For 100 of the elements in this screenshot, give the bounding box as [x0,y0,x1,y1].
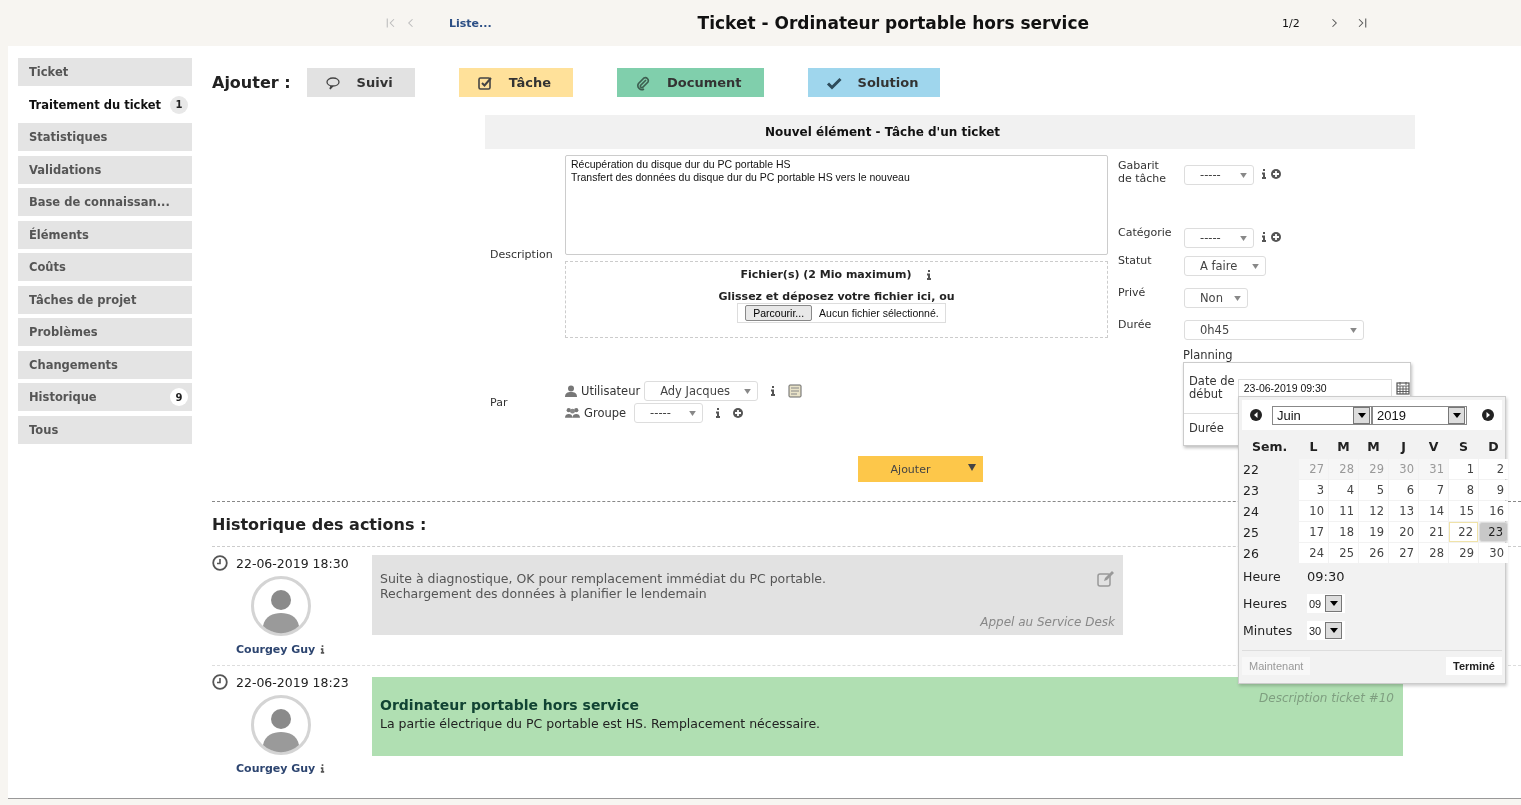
calendar-day[interactable]: 21 [1419,522,1448,542]
calendar-day[interactable]: 8 [1449,480,1478,500]
calendar-day[interactable]: 25 [1329,543,1358,563]
group-select[interactable]: ----- [634,403,704,423]
sidebar-label: Statistiques [29,130,108,144]
file-picker[interactable]: Parcourir... Aucun fichier sélectionné. [737,303,946,323]
add-item-button[interactable]: Solution [807,68,941,97]
add-button[interactable]: Ajouter [858,456,983,482]
dropdown-button[interactable] [1353,406,1370,424]
calendar-day[interactable]: 17 [1299,522,1328,542]
list-link[interactable]: Liste... [449,16,492,30]
dropdown-button[interactable] [1448,406,1465,424]
calendar-day[interactable]: 9 [1479,480,1508,500]
calendar-day[interactable]: 18 [1329,522,1358,542]
field-label: Planning [1183,348,1234,362]
sidebar-item[interactable]: Problèmes [18,318,192,346]
calendar-day[interactable]: 6 [1389,480,1418,500]
time-label: Minutes [1242,623,1294,638]
info-icon[interactable] [1261,232,1267,242]
select-field[interactable]: A faire [1184,256,1266,276]
file-status: Aucun fichier sélectionné. [819,307,939,319]
calendar-day[interactable]: 14 [1419,501,1448,521]
add-icon[interactable] [1271,169,1281,179]
month-select[interactable]: Juin [1272,405,1372,425]
field-label: Gabarit de tâche [1118,159,1168,185]
select-field[interactable]: Non [1184,288,1248,308]
file-dropzone[interactable]: Fichier(s) (2 Mio maximum) Glissez et déposez votre fichier ici, ou Parcourir... Aucun fichier sélectionné. [565,261,1108,338]
select-field[interactable]: ----- [1184,165,1254,185]
info-icon[interactable] [926,269,933,280]
calendar-day[interactable]: 5 [1359,480,1388,500]
calendar-day[interactable]: 24 [1299,543,1328,563]
add-item-button[interactable]: Tâche [458,68,573,97]
hour-select[interactable]: 09 [1307,594,1346,613]
minute-select[interactable]: 30 [1307,621,1346,640]
description-text: La partie électrique du PC portable est HS. Remplacement nécessaire. [380,716,821,731]
sidebar-item[interactable]: Statistiques [18,123,192,151]
info-icon[interactable] [1261,169,1267,179]
user-icon [565,385,577,397]
calendar-day[interactable]: 22 [1449,522,1478,542]
select-field[interactable]: ----- [1184,228,1254,248]
calendar-day[interactable]: 20 [1389,522,1418,542]
field-label: Privé [1118,286,1147,299]
calendar-day[interactable]: 13 [1389,501,1418,521]
done-button[interactable]: Terminé [1446,657,1502,675]
calendar-day[interactable]: 27 [1389,543,1418,563]
author-link[interactable]: Courgey Guy [236,762,316,775]
calendar-day[interactable]: 12 [1359,501,1388,521]
weekday-header: S [1458,437,1469,456]
calendar-day[interactable]: 2 [1479,459,1508,479]
calendar-day[interactable]: 10 [1299,501,1328,521]
calendar-day[interactable]: 4 [1329,480,1358,500]
calendar-day[interactable]: 29 [1449,543,1478,563]
calendar-day[interactable]: 16 [1479,501,1508,521]
calendar-day[interactable]: 28 [1419,543,1448,563]
sidebar-item[interactable]: Éléments [18,220,192,249]
sidebar-item[interactable]: Ticket [18,58,192,86]
add-icon[interactable] [1271,232,1281,242]
author-link[interactable]: Courgey Guy [236,643,316,656]
clock-icon [212,674,228,690]
calendar-icon[interactable] [1396,381,1410,395]
week-number: 23 [1242,481,1260,500]
sidebar-item[interactable]: Tous [18,415,192,444]
sidebar-item[interactable]: Historique 9 [18,383,192,411]
user-select[interactable]: Ady Jacques [644,381,759,401]
sidebar-item[interactable]: Base de connaissan... [18,188,192,216]
add-icon[interactable] [733,408,744,418]
dropdown-button[interactable] [1325,595,1343,612]
sidebar-label: Tous [29,422,59,437]
add-item-button[interactable]: Suivi [306,68,415,97]
description-field[interactable]: Récupération du disque dur du PC portable HS Transfert des données du disque dur du PC portable HS vers le nouveau [565,155,1108,255]
calendar-day[interactable]: 26 [1359,543,1388,563]
caret-icon [1234,295,1241,301]
sidebar-item[interactable]: Changements [18,350,192,379]
next-month-icon[interactable] [1482,409,1494,421]
info-icon[interactable] [715,408,722,418]
info-icon[interactable] [320,764,326,773]
calendar-day[interactable]: 30 [1479,543,1508,563]
sidebar-item[interactable]: Validations [18,155,192,184]
info-icon[interactable] [770,386,777,396]
calendar-day[interactable]: 15 [1449,501,1478,521]
sidebar-item[interactable]: Coûts [18,253,192,281]
calendar-day[interactable]: 19 [1359,522,1388,542]
info-icon[interactable] [320,645,326,654]
calendar-day[interactable]: 23 [1479,522,1508,542]
previous-month-icon[interactable] [1250,409,1262,421]
caret-icon [1350,327,1357,333]
weekday-header: M [1336,437,1351,456]
calendar-day[interactable]: 3 [1299,480,1328,500]
add-item-button[interactable]: Document [617,68,764,97]
caret-icon [1357,412,1366,418]
calendar-day[interactable]: 7 [1419,480,1448,500]
year-select[interactable]: 2019 [1372,405,1467,425]
calendar-day[interactable]: 11 [1329,501,1358,521]
weekday-header: M [1366,437,1381,456]
dropdown-button[interactable] [1325,622,1343,639]
browse-button[interactable]: Parcourir... [745,305,813,321]
calendar-day[interactable]: 1 [1449,459,1478,479]
sidebar-item[interactable]: Tâches de projet [18,285,192,314]
select-field[interactable]: 0h45 [1184,320,1364,340]
caret-icon [1329,601,1338,606]
